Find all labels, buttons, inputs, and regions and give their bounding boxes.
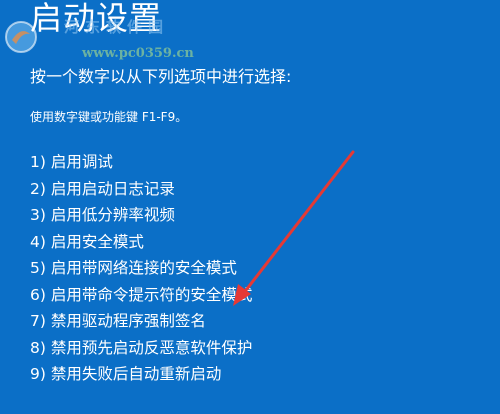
key-hint: 使用数字键或功能键 F1-F9。 [30,110,188,124]
option-enable-debugging[interactable]: 1) 启用调试 [30,149,252,176]
option-enable-safe-mode-command-prompt[interactable]: 6) 启用带命令提示符的安全模式 [30,282,252,309]
option-enable-low-resolution-video[interactable]: 3) 启用低分辨率视频 [30,202,252,229]
selection-prompt: 按一个数字以从下列选项中进行选择: [30,67,292,86]
watermark-text: 河东软件园 [64,18,170,36]
option-enable-boot-logging[interactable]: 2) 启用启动日志记录 [30,176,252,203]
option-enable-safe-mode[interactable]: 4) 启用安全模式 [30,229,252,256]
option-disable-auto-restart[interactable]: 9) 禁用失败后自动重新启动 [30,361,252,388]
option-enable-safe-mode-networking[interactable]: 5) 启用带网络连接的安全模式 [30,255,252,282]
startup-options-list: 1) 启用调试 2) 启用启动日志记录 3) 启用低分辨率视频 4) 启用安全模… [30,149,252,388]
startup-settings-screen: 启动设置 河东软件园 www.pc0359.cn 按一个数字以从下列选项中进行选… [0,0,500,414]
watermark-url: www.pc0359.cn [82,46,194,61]
option-disable-driver-signature-enforcement[interactable]: 7) 禁用驱动程序强制签名 [30,308,252,335]
option-disable-early-launch-antimalware[interactable]: 8) 禁用预先启动反恶意软件保护 [30,335,252,362]
